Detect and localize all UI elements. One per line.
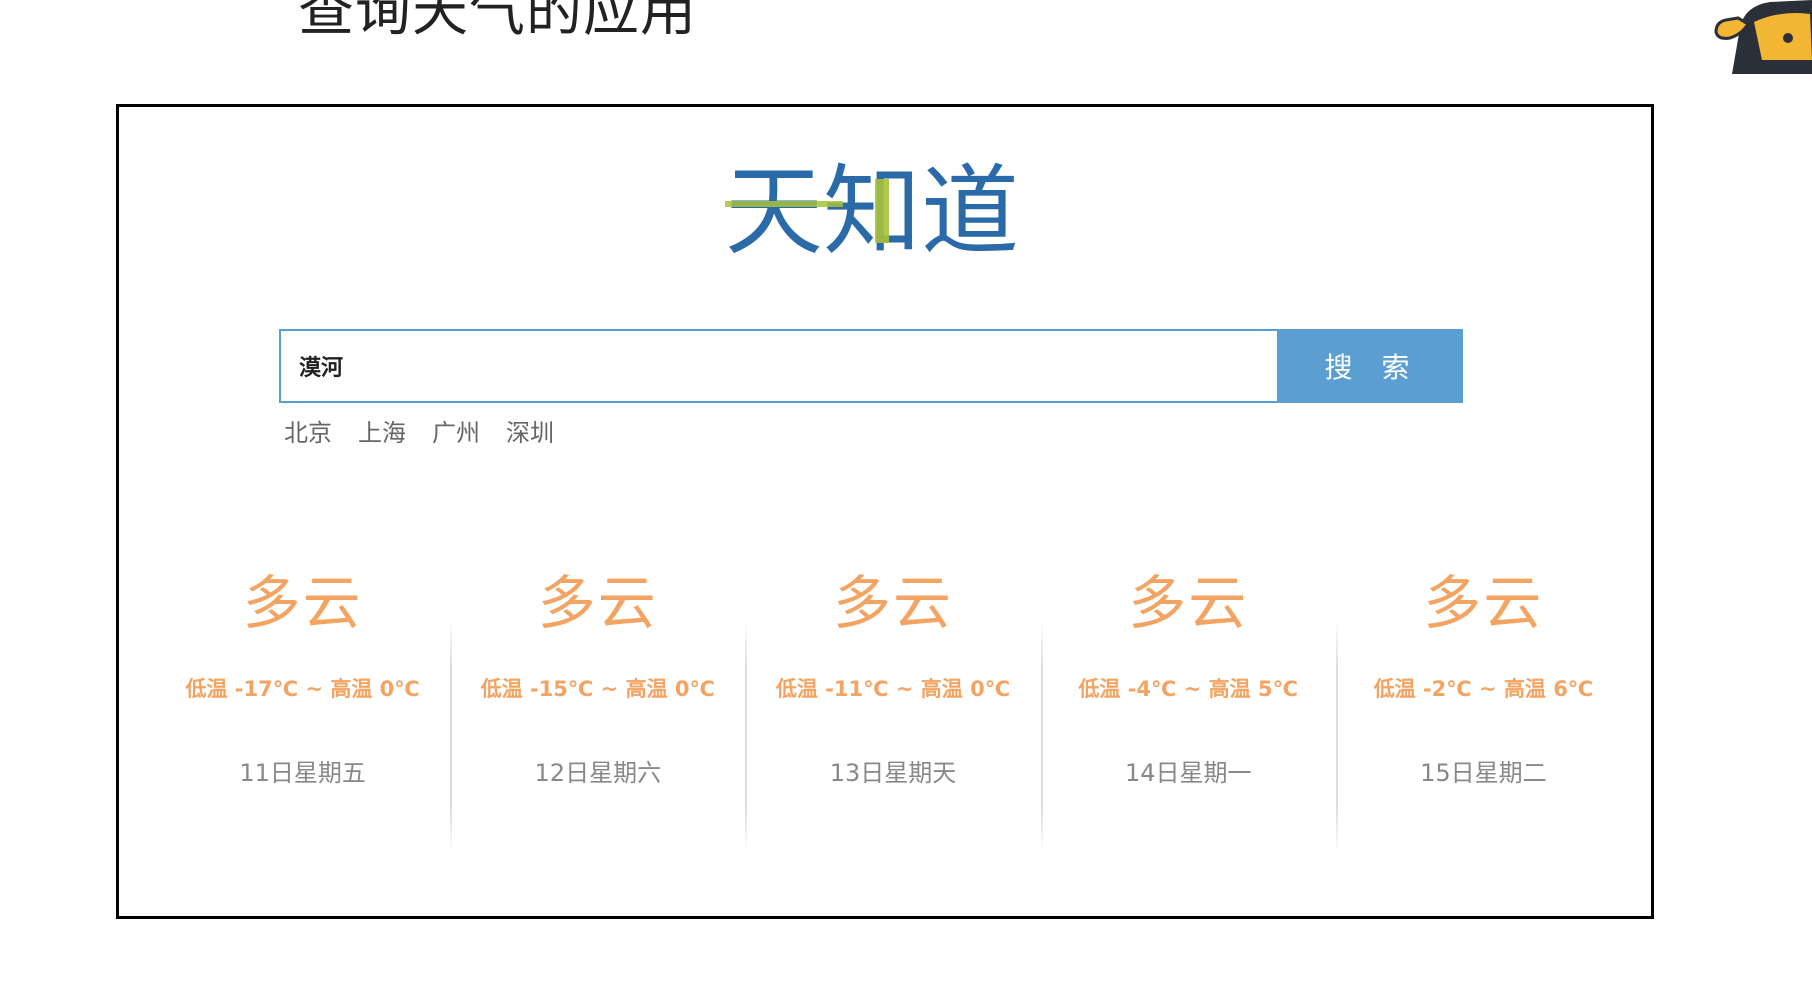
city-link-guangzhou[interactable]: 广州 bbox=[432, 413, 480, 448]
slide: 查询天气的应用 天知道 搜 索 北京 上海 广州 深圳 多云 低温 -17℃ ~… bbox=[0, 0, 1812, 1006]
weather-condition: 多云 bbox=[537, 569, 658, 637]
mascot-icon bbox=[1714, 0, 1812, 74]
forecast-date: 15日星期二 bbox=[1420, 758, 1547, 787]
hot-city-links: 北京 上海 广州 深圳 bbox=[284, 413, 554, 448]
city-search-input[interactable] bbox=[279, 329, 1277, 403]
weather-condition: 多云 bbox=[1128, 569, 1249, 637]
temperature-range: 低温 -15℃ ~ 高温 0℃ bbox=[480, 676, 715, 701]
weather-condition: 多云 bbox=[242, 569, 363, 637]
temperature-range: 低温 -2℃ ~ 高温 6℃ bbox=[1373, 676, 1594, 701]
forecast-date: 13日星期天 bbox=[829, 758, 957, 787]
slide-title: 查询天气的应用 bbox=[298, 0, 697, 44]
forecast-date: 12日星期六 bbox=[534, 758, 662, 787]
app-logo: 天知道 bbox=[725, 155, 1019, 259]
weather-condition: 多云 bbox=[833, 569, 954, 637]
forecast-day: 多云 低温 -15℃ ~ 高温 0℃ 12日星期六 bbox=[450, 569, 745, 853]
forecast-date: 11日星期五 bbox=[239, 758, 366, 787]
search-bar: 搜 索 bbox=[279, 329, 1463, 403]
city-link-beijing[interactable]: 北京 bbox=[284, 413, 332, 448]
city-link-shanghai[interactable]: 上海 bbox=[358, 413, 406, 448]
forecast-date: 14日星期一 bbox=[1124, 758, 1252, 787]
city-link-shenzhen[interactable]: 深圳 bbox=[506, 413, 554, 448]
forecast-day: 多云 低温 -17℃ ~ 高温 0℃ 11日星期五 bbox=[155, 569, 450, 833]
search-button[interactable]: 搜 索 bbox=[1277, 329, 1463, 403]
temperature-range: 低温 -17℃ ~ 高温 0℃ bbox=[185, 676, 420, 701]
forecast-day: 多云 低温 -4℃ ~ 高温 5℃ 14日星期一 bbox=[1040, 569, 1336, 853]
app-window: 天知道 搜 索 北京 上海 广州 深圳 多云 低温 -17℃ ~ 高温 0℃ 1… bbox=[116, 104, 1654, 919]
forecast-day: 多云 低温 -2℃ ~ 高温 6℃ 15日星期二 bbox=[1335, 569, 1631, 853]
weather-condition: 多云 bbox=[1423, 569, 1544, 637]
temperature-range: 低温 -11℃ ~ 高温 0℃ bbox=[775, 676, 1011, 701]
temperature-range: 低温 -4℃ ~ 高温 5℃ bbox=[1078, 676, 1299, 701]
forecast-list: 多云 低温 -17℃ ~ 高温 0℃ 11日星期五 多云 低温 -15℃ ~ 高… bbox=[155, 569, 1631, 853]
forecast-day: 多云 低温 -11℃ ~ 高温 0℃ 13日星期天 bbox=[745, 569, 1040, 853]
